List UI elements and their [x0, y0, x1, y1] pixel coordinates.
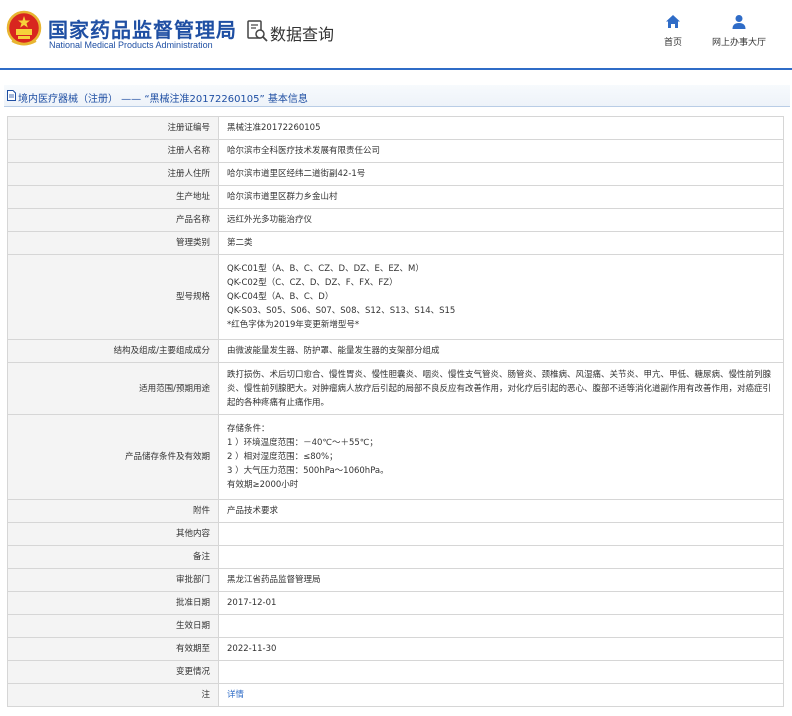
table-row: 结构及组成/主要组成成分 由微波能量发生器、防护罩、能量发生器的支架部分组成 — [7, 339, 784, 363]
table-row: 生效日期 — [7, 614, 784, 638]
home-icon — [666, 15, 680, 28]
field-label: 生效日期 — [7, 614, 219, 638]
storage-line: 存储条件： — [227, 424, 270, 434]
field-value — [218, 522, 784, 546]
table-row: 附件 产品技术要求 — [7, 499, 784, 523]
data-query-icon — [247, 20, 268, 42]
field-value: 跌打损伤、术后切口愈合、慢性胃炎、慢性胆囊炎、咽炎、慢性支气管炎、肠管炎、颈椎病… — [218, 362, 784, 415]
table-row: 有效期至 2022-11-30 — [7, 637, 784, 661]
field-value: 由微波能量发生器、防护罩、能量发生器的支架部分组成 — [218, 339, 784, 363]
model-spec-line: QK-C01型（A、B、C、CZ、D、DZ、E、EZ、M） — [227, 264, 424, 274]
table-row: 产品名称 远红外光多功能治疗仪 — [7, 208, 784, 232]
table-row: 注册证编号 黑械注准20172260105 — [7, 116, 784, 140]
model-spec-line: QK-S03、S05、S06、S07、S08、S12、S13、S14、S15 — [227, 306, 456, 316]
national-emblem-icon — [6, 10, 42, 46]
details-link[interactable]: 详情 — [227, 690, 244, 700]
field-value: 哈尔滨市道里区经纬二道街副42-1号 — [218, 162, 784, 186]
field-label: 备注 — [7, 545, 219, 569]
table-row: 生产地址 哈尔滨市道里区群力乡金山村 — [7, 185, 784, 209]
field-label: 附件 — [7, 499, 219, 523]
model-spec-note: *红色字体为2019年变更新增型号* — [227, 320, 360, 330]
field-value: 详情 — [218, 683, 784, 707]
table-row: 其他内容 — [7, 522, 784, 546]
table-row: 注 详情 — [7, 683, 784, 707]
storage-line: 1 ）环境温度范围：－40℃～＋55℃； — [227, 438, 378, 448]
field-value: 哈尔滨市道里区群力乡金山村 — [218, 185, 784, 209]
table-row: 备注 — [7, 545, 784, 569]
model-spec-line: QK-C02型（C、CZ、D、DZ、F、FX、FZ） — [227, 278, 398, 288]
table-row: 管理类别 第二类 — [7, 231, 784, 255]
field-label: 适用范围/预期用途 — [7, 362, 219, 415]
field-value: 产品技术要求 — [218, 499, 784, 523]
storage-line: 有效期≥2000小时 — [227, 480, 299, 490]
table-row: 适用范围/预期用途 跌打损伤、术后切口愈合、慢性胃炎、慢性胆囊炎、咽炎、慢性支气… — [7, 362, 784, 415]
field-value: 黑械注准20172260105 — [218, 116, 784, 140]
field-value: 2022-11-30 — [218, 637, 784, 661]
section-title: 数据查询 — [270, 25, 335, 44]
field-label: 管理类别 — [7, 231, 219, 255]
field-label: 型号规格 — [7, 254, 219, 340]
nav-online-hall-label: 网上办事大厅 — [711, 37, 766, 47]
field-value: 第二类 — [218, 231, 784, 255]
field-value — [218, 660, 784, 684]
field-value: 存储条件： 1 ）环境温度范围：－40℃～＋55℃； 2 ）相对湿度范围：≤80… — [218, 414, 784, 500]
model-spec-line: QK-C04型（A、B、C、D） — [227, 292, 334, 302]
field-label: 其他内容 — [7, 522, 219, 546]
table-row: 审批部门 黑龙江省药品监督管理局 — [7, 568, 784, 592]
field-label: 生产地址 — [7, 185, 219, 209]
table-row: 型号规格 QK-C01型（A、B、C、CZ、D、DZ、E、EZ、M） QK-C0… — [7, 254, 784, 340]
field-label: 注册人住所 — [7, 162, 219, 186]
field-label: 结构及组成/主要组成成分 — [7, 339, 219, 363]
storage-line: 3 ）大气压力范围：500hPa～1060hPa。 — [227, 466, 389, 476]
field-value: 远红外光多功能治疗仪 — [218, 208, 784, 232]
nav-home[interactable]: 首页 — [658, 14, 688, 48]
storage-line: 2 ）相对湿度范围：≤80%； — [227, 452, 338, 462]
table-row: 批准日期 2017-12-01 — [7, 591, 784, 615]
table-row: 产品储存条件及有效期 存储条件： 1 ）环境温度范围：－40℃～＋55℃； 2 … — [7, 414, 784, 500]
table-row: 注册人住所 哈尔滨市道里区经纬二道街副42-1号 — [7, 162, 784, 186]
field-label: 注册人名称 — [7, 139, 219, 163]
device-info-table: 注册证编号 黑械注准20172260105 注册人名称 哈尔滨市全科医疗技术发展… — [7, 116, 784, 707]
nav-home-label: 首页 — [663, 37, 682, 47]
nav-online-hall[interactable]: 网上办事大厅 — [706, 14, 772, 48]
field-label: 批准日期 — [7, 591, 219, 615]
field-value: QK-C01型（A、B、C、CZ、D、DZ、E、EZ、M） QK-C02型（C、… — [218, 254, 784, 340]
table-row: 注册人名称 哈尔滨市全科医疗技术发展有限责任公司 — [7, 139, 784, 163]
field-value: 黑龙江省药品监督管理局 — [218, 568, 784, 592]
brand-title: 国家药品监督管理局 — [48, 18, 237, 42]
field-label: 产品储存条件及有效期 — [7, 414, 219, 500]
field-label: 产品名称 — [7, 208, 219, 232]
site-header: 国家药品监督管理局 National Medical Products Admi… — [0, 0, 792, 70]
field-value — [218, 545, 784, 569]
field-label: 有效期至 — [7, 637, 219, 661]
field-label: 注册证编号 — [7, 116, 219, 140]
field-label: 注 — [7, 683, 219, 707]
breadcrumb: 境内医疗器械（注册） —— “黑械注准20172260105” 基本信息 — [4, 85, 790, 107]
field-value: 2017-12-01 — [218, 591, 784, 615]
field-value — [218, 614, 784, 638]
brand-subtitle: National Medical Products Administration — [49, 40, 213, 50]
document-icon — [7, 90, 16, 101]
field-value: 哈尔滨市全科医疗技术发展有限责任公司 — [218, 139, 784, 163]
user-icon — [732, 15, 746, 29]
field-label: 审批部门 — [7, 568, 219, 592]
table-row: 变更情况 — [7, 660, 784, 684]
breadcrumb-text: 境内医疗器械（注册） —— “黑械注准20172260105” 基本信息 — [18, 94, 308, 105]
field-label: 变更情况 — [7, 660, 219, 684]
